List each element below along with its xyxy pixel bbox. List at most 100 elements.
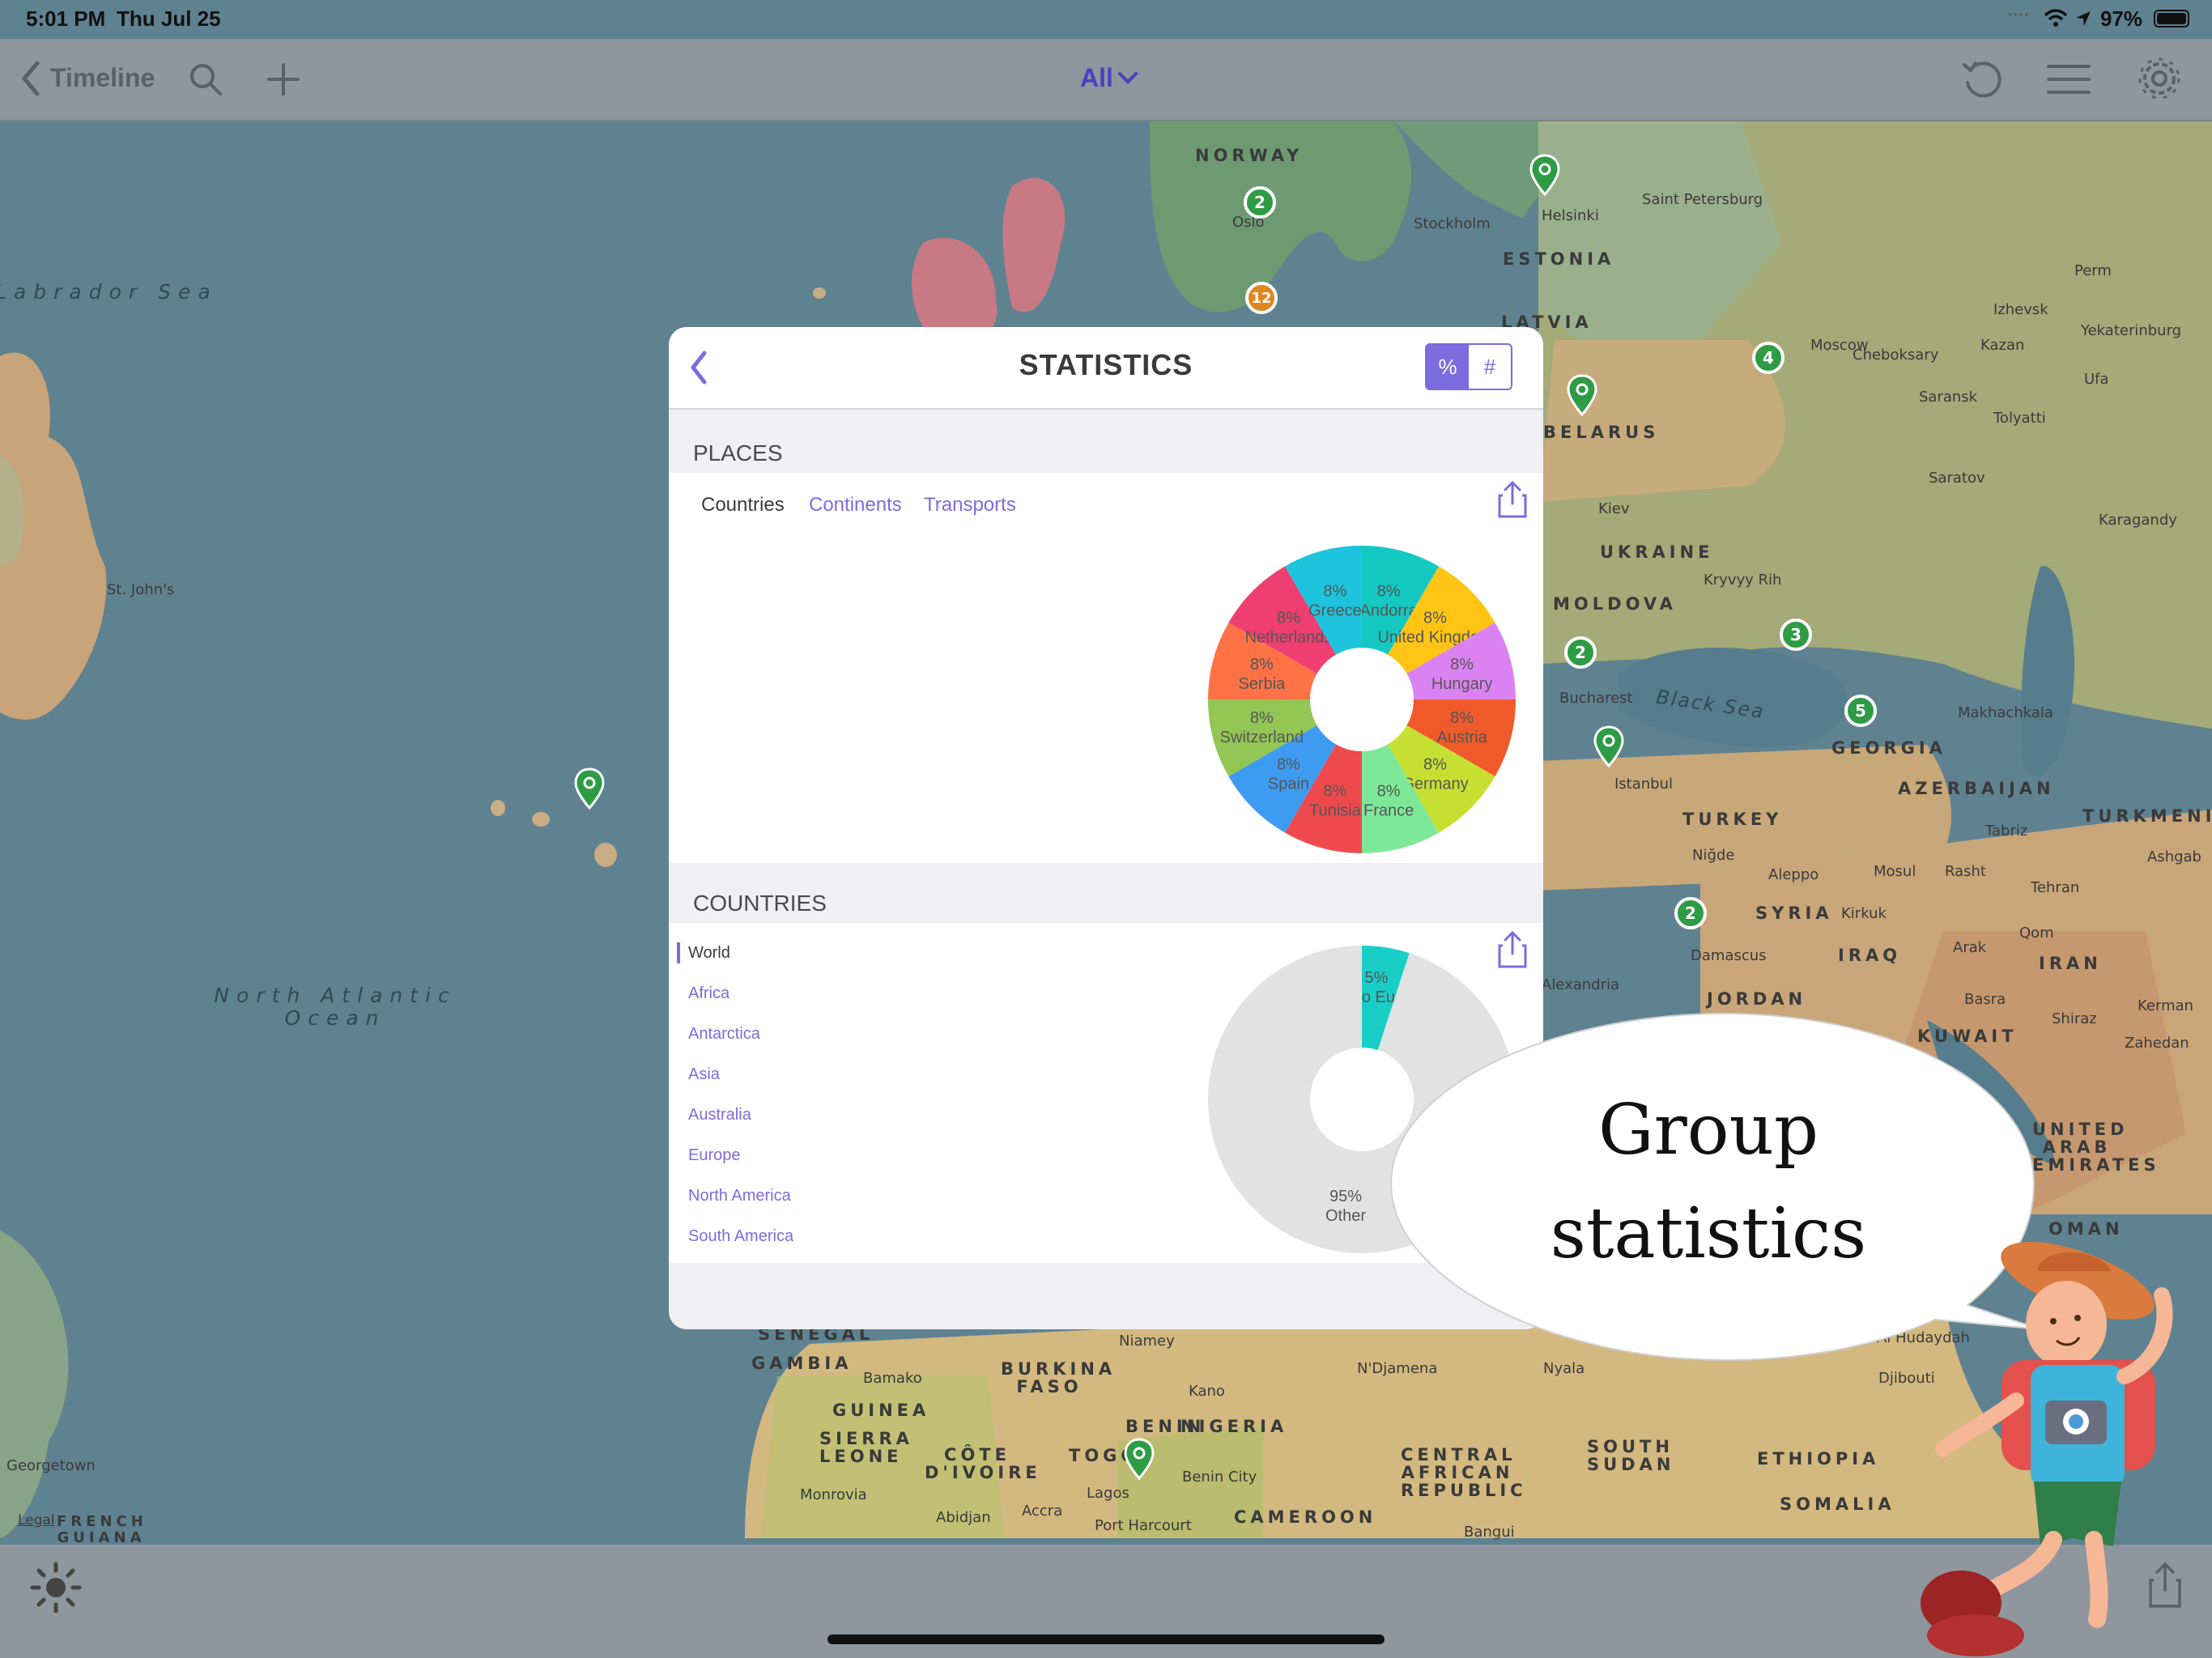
map-cluster[interactable]: 2 bbox=[1244, 186, 1276, 219]
share-icon[interactable] bbox=[1496, 479, 1529, 520]
tab-countries[interactable]: Countries bbox=[701, 494, 785, 517]
navigation-bar: Timeline All bbox=[0, 39, 2212, 121]
map-country-label: AZERBAIJAN bbox=[1898, 779, 2055, 798]
continent-item-europe[interactable]: Europe bbox=[688, 1146, 741, 1165]
map-city-label: Kirkuk bbox=[1841, 905, 1887, 922]
speech-bubble-text: Group statistics bbox=[1457, 1078, 1959, 1286]
count-toggle-button[interactable]: # bbox=[1469, 345, 1511, 389]
map-pin[interactable] bbox=[574, 767, 605, 810]
list-menu-icon[interactable] bbox=[2047, 62, 2091, 97]
countries-donut-chart[interactable]: 8%Andorra 8%United Kingdom8%Hungary8%Aust… bbox=[1200, 538, 1524, 861]
map-city-label: Zahedan bbox=[2125, 1035, 2189, 1052]
search-icon[interactable] bbox=[188, 62, 223, 97]
status-time: 5:01 PM bbox=[26, 6, 106, 31]
donut-value-label: 5% bbox=[1365, 969, 1389, 987]
selection-indicator bbox=[677, 942, 680, 963]
brightness-icon[interactable] bbox=[29, 1561, 83, 1614]
donut-value-label: 8% bbox=[1450, 656, 1474, 674]
refresh-icon[interactable] bbox=[1959, 57, 2005, 102]
continent-item-antarctica[interactable]: Antarctica bbox=[688, 1025, 760, 1044]
map-city-label: Tehran bbox=[2031, 879, 2080, 896]
map-city-label: Saransk bbox=[1919, 389, 1978, 406]
map-country-label: GUINEA bbox=[832, 1401, 930, 1420]
donut-category-label: Spain bbox=[1268, 776, 1309, 793]
map-cluster[interactable]: 2 bbox=[1564, 636, 1597, 669]
map-cluster[interactable]: 3 bbox=[1780, 619, 1812, 651]
speech-bubble-line: statistics bbox=[1550, 1193, 1867, 1274]
percent-toggle-button[interactable]: % bbox=[1427, 345, 1469, 389]
map-city-label: Mosul bbox=[1874, 863, 1916, 880]
wifi-icon bbox=[2044, 9, 2068, 27]
panel-header: STATISTICS % # bbox=[669, 327, 1543, 410]
donut-category-label: Netherlands bbox=[1245, 628, 1333, 646]
map-cluster[interactable]: 12 bbox=[1245, 282, 1278, 314]
places-card: Countries Continents Transports 8% Andorr… bbox=[669, 473, 1543, 863]
continent-item-asia[interactable]: Asia bbox=[688, 1065, 720, 1084]
donut-value-label: 8% bbox=[1277, 609, 1300, 627]
continent-item-australia[interactable]: Australia bbox=[688, 1106, 751, 1124]
map-country-label: CENTRAL AFRICAN REPUBLIC bbox=[1401, 1445, 1527, 1500]
donut-value-label: 8% bbox=[1423, 756, 1447, 774]
map-country-label: ETHIOPIA bbox=[1757, 1449, 1880, 1469]
battery-percentage: 97% bbox=[2100, 6, 2143, 31]
continent-item-north-america[interactable]: North America bbox=[688, 1187, 791, 1205]
map-city-label: Kerman bbox=[2138, 997, 2194, 1014]
donut-category-label: Greece bbox=[1308, 602, 1362, 619]
map-cluster[interactable]: 5 bbox=[1844, 695, 1877, 727]
continent-item-africa[interactable]: Africa bbox=[688, 984, 730, 1003]
signal-dots-icon: ···· bbox=[2008, 6, 2030, 24]
donut-value-label: 8% bbox=[1377, 783, 1401, 801]
map-country-label: IRAN bbox=[2039, 954, 2102, 973]
map-city-label: Rasht bbox=[1945, 863, 1986, 880]
map-city-label: Kano bbox=[1189, 1383, 1225, 1400]
panel-title: STATISTICS bbox=[1019, 348, 1193, 381]
back-button[interactable]: Timeline bbox=[50, 63, 155, 93]
tab-transports[interactable]: Transports bbox=[924, 494, 1016, 517]
map-cluster[interactable]: 4 bbox=[1752, 342, 1784, 374]
map-city-label: Saratov bbox=[1929, 470, 1985, 487]
map-country-label: SIERRA LEONE bbox=[819, 1429, 913, 1466]
status-date: Thu Jul 25 bbox=[117, 6, 221, 31]
map-country-label: NIGERIA bbox=[1180, 1417, 1288, 1436]
status-bar: 5:01 PM Thu Jul 25 ···· 97% bbox=[0, 0, 2212, 39]
continent-item-world[interactable]: World bbox=[688, 944, 730, 963]
map-city-label: Accra bbox=[1022, 1503, 1063, 1520]
map-city-label: Kryvyy Rih bbox=[1704, 572, 1782, 589]
map-legal-link[interactable]: Legal bbox=[18, 1512, 55, 1528]
gear-icon[interactable] bbox=[2136, 55, 2183, 102]
map-city-label: Alexandria bbox=[1542, 976, 1620, 993]
map-pin[interactable] bbox=[1593, 725, 1624, 767]
map-pin[interactable] bbox=[1567, 374, 1597, 416]
map-pin[interactable] bbox=[1529, 154, 1560, 196]
filter-dropdown[interactable]: All bbox=[1080, 63, 1113, 93]
map-country-label: NORWAY bbox=[1195, 146, 1304, 165]
map-country-label: SOMALIA bbox=[1780, 1494, 1895, 1514]
map-city-label: Benin City bbox=[1182, 1469, 1257, 1486]
map-country-label: TURKMENIST bbox=[2082, 806, 2212, 826]
chevron-left-icon[interactable] bbox=[19, 60, 40, 97]
map-city-label: Qom bbox=[2019, 925, 2054, 942]
tab-continents[interactable]: Continents bbox=[809, 494, 902, 517]
map-city-label: Niğde bbox=[1692, 847, 1735, 864]
map-city-label: Bucharest bbox=[1559, 690, 1633, 707]
map-country-label: SYRIA bbox=[1755, 903, 1833, 923]
map-city-label: Stockholm bbox=[1414, 215, 1491, 232]
donut-value-label: 8% bbox=[1323, 783, 1346, 801]
map-city-label: Damascus bbox=[1691, 947, 1767, 964]
traveler-mascot-illustration bbox=[1921, 1241, 2173, 1656]
countries-section-label: COUNTRIES bbox=[693, 891, 827, 916]
map-city-label: St. John's bbox=[107, 581, 175, 598]
speech-bubble-line: Group bbox=[1597, 1090, 1819, 1171]
continent-item-south-america[interactable]: South America bbox=[688, 1227, 793, 1246]
chevron-down-icon[interactable] bbox=[1117, 71, 1138, 86]
map-city-label: Niamey bbox=[1119, 1333, 1175, 1350]
map-city-label: Kiev bbox=[1598, 500, 1630, 517]
map-country-label: IRAQ bbox=[1838, 946, 1902, 965]
donut-value-label: 8% bbox=[1377, 582, 1401, 600]
add-icon[interactable] bbox=[266, 62, 301, 97]
map-pin[interactable] bbox=[1124, 1438, 1155, 1480]
map-cluster[interactable]: 2 bbox=[1674, 897, 1707, 929]
map-country-label: BELARUS bbox=[1543, 423, 1660, 442]
battery-icon bbox=[2154, 10, 2189, 28]
map-city-label: Ufa bbox=[2084, 371, 2109, 388]
